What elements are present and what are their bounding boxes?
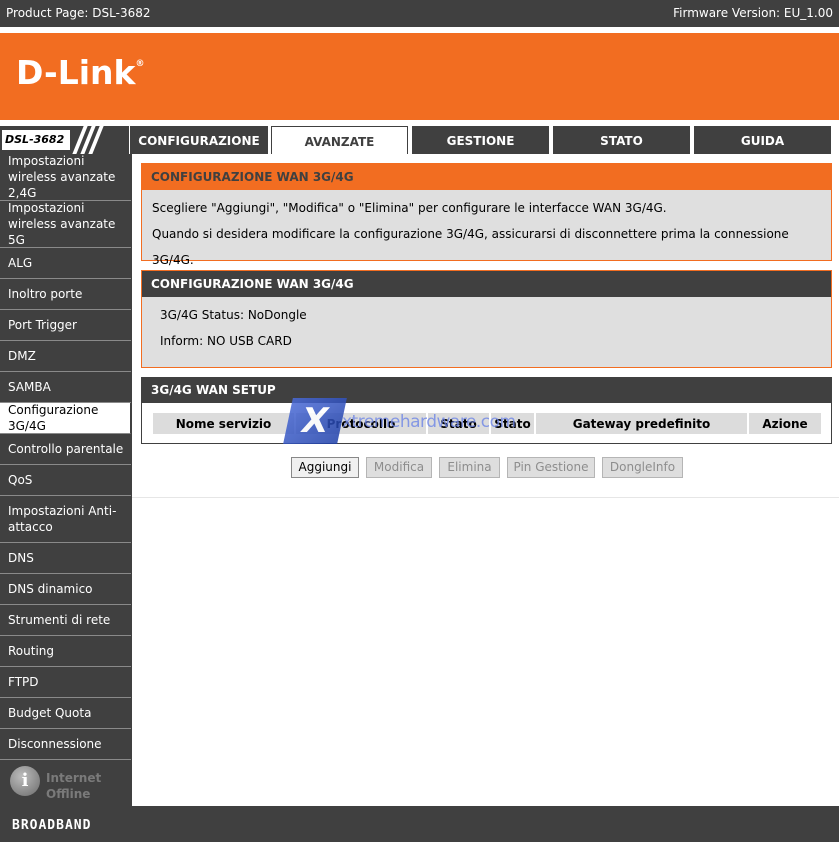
internet-status-text: Internet Offline bbox=[46, 771, 102, 801]
footer-bar: BROADBAND bbox=[0, 806, 839, 842]
product-page-label: Product Page: DSL-3682 bbox=[6, 6, 151, 20]
model-badge: DSL-3682 bbox=[0, 126, 129, 154]
main-tabs: CONFIGURAZIONE AVANZATE GESTIONE STATO G… bbox=[130, 126, 839, 155]
intro-line-2: Quando si desidera modificare la configu… bbox=[152, 227, 789, 267]
delete-button[interactable]: Elimina bbox=[439, 457, 500, 478]
dlink-logo: D-Link® bbox=[16, 53, 145, 92]
model-label: DSL-3682 bbox=[2, 130, 70, 150]
header-banner: D-Link® bbox=[0, 33, 839, 120]
sidebar-item-wireless-24[interactable]: Impostazioni wireless avanzate 2,4G bbox=[0, 154, 131, 201]
firmware-version-label: Firmware Version: EU_1.00 bbox=[673, 6, 833, 20]
tab-guida[interactable]: GUIDA bbox=[694, 126, 831, 154]
top-bar: Product Page: DSL-3682 Firmware Version:… bbox=[0, 0, 839, 27]
col-action: Azione bbox=[749, 413, 821, 434]
sidebar-item-samba[interactable]: SAMBA bbox=[0, 372, 131, 403]
info-globe-icon: i bbox=[10, 766, 40, 796]
sidebar-item-port-forwarding[interactable]: Inoltro porte bbox=[0, 279, 131, 310]
tab-avanzate[interactable]: AVANZATE bbox=[271, 126, 408, 155]
sidebar: Impostazioni wireless avanzate 2,4G Impo… bbox=[0, 154, 132, 806]
intro-panel-title: CONFIGURAZIONE WAN 3G/4G bbox=[142, 164, 831, 190]
sidebar-item-budget-quota[interactable]: Budget Quota bbox=[0, 698, 131, 729]
tab-configurazione[interactable]: CONFIGURAZIONE bbox=[130, 126, 268, 154]
status-panel: CONFIGURAZIONE WAN 3G/4G 3G/4G Status: N… bbox=[141, 270, 832, 368]
sidebar-item-anti-attack[interactable]: Impostazioni Anti-attacco bbox=[0, 496, 131, 543]
sidebar-item-routing[interactable]: Routing bbox=[0, 636, 131, 667]
modify-button[interactable]: Modifica bbox=[366, 457, 432, 478]
dongle-info-button[interactable]: DongleInfo bbox=[602, 457, 683, 478]
col-service-name: Nome servizio bbox=[153, 413, 296, 434]
sidebar-item-dmz[interactable]: DMZ bbox=[0, 341, 131, 372]
sidebar-item-wireless-5g[interactable]: Impostazioni wireless avanzate 5G bbox=[0, 201, 131, 248]
sidebar-item-port-trigger[interactable]: Port Trigger bbox=[0, 310, 131, 341]
internet-status-indicator: i Internet Offline bbox=[0, 760, 131, 806]
sidebar-item-ddns[interactable]: DNS dinamico bbox=[0, 574, 131, 605]
pin-management-button[interactable]: Pin Gestione bbox=[507, 457, 595, 478]
sidebar-item-qos[interactable]: QoS bbox=[0, 465, 131, 496]
watermark-logo: X xtremehardware.com bbox=[280, 394, 540, 450]
sidebar-item-ftpd[interactable]: FTPD bbox=[0, 667, 131, 698]
dongle-status-text: 3G/4G Status: NoDongle bbox=[160, 308, 307, 322]
add-button[interactable]: Aggiungi bbox=[291, 457, 359, 478]
col-default-gateway: Gateway predefinito bbox=[536, 413, 749, 434]
intro-panel: CONFIGURAZIONE WAN 3G/4G Scegliere "Aggi… bbox=[141, 163, 832, 267]
inform-text: Inform: NO USB CARD bbox=[160, 334, 292, 348]
broadband-label: BROADBAND bbox=[12, 818, 92, 833]
sidebar-item-dns[interactable]: DNS bbox=[0, 543, 131, 574]
watermark-text: xtremehardware.com bbox=[342, 412, 516, 432]
tab-gestione[interactable]: GESTIONE bbox=[412, 126, 549, 154]
status-panel-title: CONFIGURAZIONE WAN 3G/4G bbox=[142, 271, 831, 297]
tab-stato[interactable]: STATO bbox=[553, 126, 690, 154]
sidebar-item-parental-control[interactable]: Controllo parentale bbox=[0, 434, 131, 465]
sidebar-item-alg[interactable]: ALG bbox=[0, 248, 131, 279]
intro-line-1: Scegliere "Aggiungi", "Modifica" o "Elim… bbox=[152, 201, 667, 215]
watermark-x-icon: X bbox=[283, 398, 347, 444]
sidebar-item-network-tools[interactable]: Strumenti di rete bbox=[0, 605, 131, 636]
sidebar-item-logout[interactable]: Disconnessione bbox=[0, 729, 131, 760]
sidebar-item-3g4g[interactable]: Configurazione 3G/4G bbox=[0, 403, 131, 434]
